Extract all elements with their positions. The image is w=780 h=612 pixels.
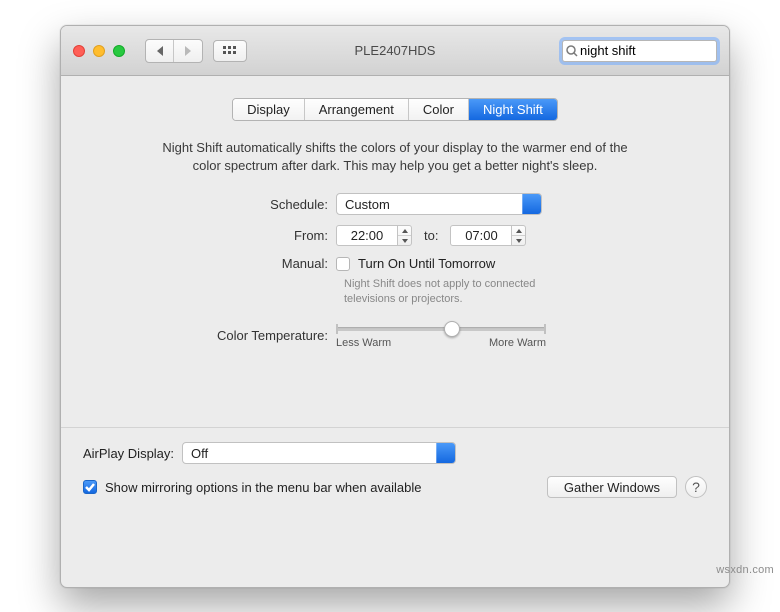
schedule-value: Custom bbox=[345, 197, 390, 212]
airplay-value: Off bbox=[191, 446, 208, 461]
show-mirroring-label: Show mirroring options in the menu bar w… bbox=[105, 480, 422, 495]
description-text: Night Shift automatically shifts the col… bbox=[151, 139, 639, 175]
chevron-updown-icon bbox=[530, 199, 538, 210]
slider-max-label: More Warm bbox=[489, 337, 546, 349]
night-shift-pane: Night Shift automatically shifts the col… bbox=[61, 121, 729, 369]
tab-display[interactable]: Display bbox=[233, 99, 305, 120]
search-icon bbox=[566, 44, 578, 58]
show-all-button[interactable] bbox=[213, 40, 247, 62]
slider-thumb[interactable] bbox=[444, 321, 460, 337]
back-button[interactable] bbox=[146, 40, 174, 62]
grid-icon bbox=[223, 46, 237, 56]
manual-label: Manual: bbox=[151, 256, 336, 271]
slider-min-label: Less Warm bbox=[336, 337, 391, 349]
gather-windows-button[interactable]: Gather Windows bbox=[547, 476, 677, 498]
manual-checkbox[interactable] bbox=[336, 257, 350, 271]
from-step-down[interactable] bbox=[398, 236, 411, 245]
forward-button[interactable] bbox=[174, 40, 202, 62]
airplay-label: AirPlay Display: bbox=[83, 446, 174, 461]
from-step-up[interactable] bbox=[398, 226, 411, 236]
toolbar: PLE2407HDS bbox=[61, 26, 729, 76]
zoom-window-button[interactable] bbox=[113, 45, 125, 57]
from-label: From: bbox=[151, 228, 336, 243]
tab-arrangement[interactable]: Arrangement bbox=[305, 99, 409, 120]
show-mirroring-checkbox[interactable] bbox=[83, 480, 97, 494]
watermark-text: wsxdn.com bbox=[716, 564, 774, 576]
schedule-select[interactable]: Custom bbox=[336, 193, 542, 215]
color-temp-label: Color Temperature: bbox=[151, 328, 336, 343]
tab-color[interactable]: Color bbox=[409, 99, 469, 120]
hint-text: Night Shift does not apply to connected … bbox=[344, 277, 584, 307]
help-button[interactable]: ? bbox=[685, 476, 707, 498]
tab-night-shift[interactable]: Night Shift bbox=[469, 99, 557, 120]
search-input[interactable] bbox=[580, 43, 730, 58]
close-window-button[interactable] bbox=[73, 45, 85, 57]
nav-back-forward bbox=[145, 39, 203, 63]
to-label: to: bbox=[424, 228, 438, 243]
minimize-window-button[interactable] bbox=[93, 45, 105, 57]
window-controls bbox=[73, 45, 125, 57]
chevron-updown-icon bbox=[444, 448, 452, 459]
to-time-field[interactable]: 07:00 bbox=[450, 225, 512, 246]
airplay-select[interactable]: Off bbox=[182, 442, 456, 464]
help-icon: ? bbox=[692, 479, 700, 495]
manual-checkbox-label: Turn On Until Tomorrow bbox=[358, 256, 495, 271]
from-time-field[interactable]: 22:00 bbox=[336, 225, 398, 246]
preferences-window: PLE2407HDS Display Arrangement Color Nig… bbox=[60, 25, 730, 588]
color-temp-slider[interactable] bbox=[336, 327, 546, 331]
to-stepper[interactable] bbox=[512, 225, 526, 246]
footer: AirPlay Display: Off Show mirroring opti… bbox=[61, 428, 729, 514]
tab-bar: Display Arrangement Color Night Shift bbox=[61, 98, 729, 121]
search-field[interactable] bbox=[562, 40, 717, 62]
to-step-up[interactable] bbox=[512, 226, 525, 236]
to-step-down[interactable] bbox=[512, 236, 525, 245]
schedule-label: Schedule: bbox=[151, 197, 336, 212]
from-stepper[interactable] bbox=[398, 225, 412, 246]
